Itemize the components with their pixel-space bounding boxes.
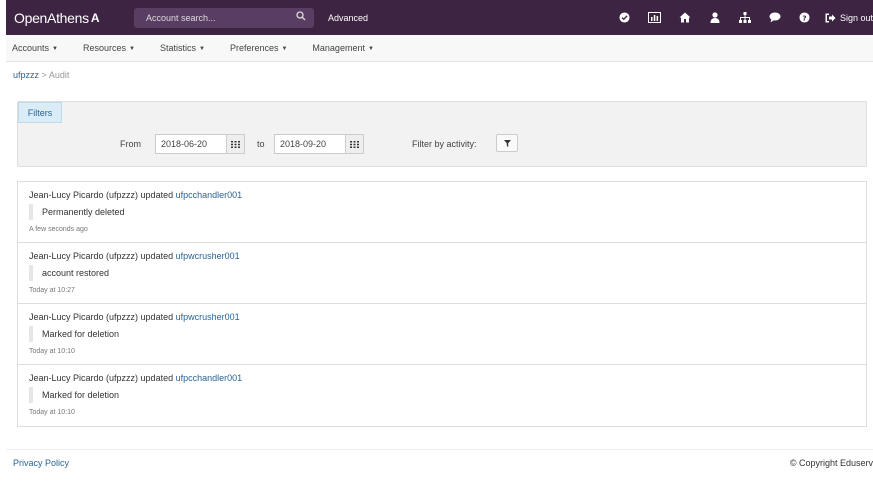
privacy-policy-link[interactable]: Privacy Policy (13, 458, 69, 468)
entry-summary: Jean-Lucy Picardo (ufpzzz) updated ufpwc… (29, 251, 240, 261)
audit-feed: Jean-Lucy Picardo (ufpzzz) updated ufpcc… (17, 181, 867, 427)
filters-panel: Filters From to Filter by activity: (17, 101, 867, 167)
to-label: to (257, 139, 265, 149)
entry-summary: Jean-Lucy Picardo (ufpzzz) updated ufpcc… (29, 190, 242, 200)
logo-mark: A (90, 10, 100, 25)
breadcrumb-current: Audit (48, 70, 70, 80)
breadcrumb: ufpzzz > Audit (13, 70, 69, 80)
window-edge (0, 0, 6, 499)
entry-actor: Jean-Lucy Picardo (ufpzzz) updated (29, 373, 174, 383)
caret-down-icon: ▼ (52, 45, 58, 52)
footer: Privacy Policy © Copyright Eduserv (6, 449, 873, 479)
nav-statistics[interactable]: Statistics ▼ (160, 43, 205, 53)
top-icons: ? Sign out (607, 0, 873, 35)
nav-statistics-label: Statistics (159, 43, 196, 53)
entry-timestamp: Today at 10:27 (29, 287, 75, 294)
from-label: From (120, 139, 141, 149)
activity-filter-label: Filter by activity: (412, 139, 477, 149)
caret-down-icon: ▼ (367, 45, 374, 52)
activity-filter-button[interactable] (496, 134, 518, 152)
entry-action: Permanently deleted (29, 204, 125, 220)
sign-out-icon (825, 13, 836, 22)
nav-accounts-label: Accounts (12, 43, 50, 53)
sign-out-link[interactable]: Sign out (825, 13, 873, 23)
from-date-field (155, 134, 245, 154)
caret-down-icon: ▼ (281, 45, 288, 52)
search-icon[interactable] (296, 11, 306, 24)
audit-entry: Jean-Lucy Picardo (ufpzzz) updated ufpwc… (18, 304, 866, 365)
nav-preferences[interactable]: Preferences ▼ (230, 43, 287, 53)
nav-management[interactable]: Management ▼ (312, 43, 374, 53)
calendar-icon[interactable] (226, 135, 244, 153)
top-bar: OpenAthens A Advanced ? (6, 0, 873, 35)
user-icon[interactable] (703, 8, 727, 28)
logo-text: OpenAthens (14, 9, 89, 26)
to-date-field (274, 134, 364, 154)
home-icon[interactable] (673, 8, 697, 28)
bar-chart-icon[interactable] (643, 8, 667, 28)
account-search-input[interactable] (146, 12, 276, 23)
entry-actor: Jean-Lucy Picardo (ufpzzz) updated (29, 312, 174, 322)
nav-resources-label: Resources (82, 43, 127, 53)
nav-management-label: Management (312, 43, 365, 53)
comment-icon[interactable] (763, 8, 787, 28)
question-icon[interactable]: ? (793, 8, 817, 28)
openathens-logo[interactable]: OpenAthens A (14, 10, 124, 26)
breadcrumb-separator: > (41, 70, 47, 80)
audit-entry: Jean-Lucy Picardo (ufpzzz) updated ufpcc… (18, 182, 866, 243)
account-search (134, 7, 314, 28)
entry-action: Marked for deletion (29, 387, 119, 403)
breadcrumb-root-link[interactable]: ufpzzz (13, 70, 39, 80)
entry-target-link[interactable]: ufpwcrusher001 (176, 251, 240, 261)
filters-row: From to Filter by activity: (18, 134, 866, 154)
entry-timestamp: A few seconds ago (29, 226, 88, 233)
entry-target-link[interactable]: ufpcchandler001 (176, 373, 243, 383)
entry-target-link[interactable]: ufpcchandler001 (176, 190, 243, 200)
entry-action: Marked for deletion (29, 326, 119, 342)
filters-tab[interactable]: Filters (18, 102, 62, 123)
advanced-search-link[interactable]: Advanced (328, 13, 368, 23)
entry-timestamp: Today at 10:10 (29, 348, 75, 355)
entry-action: account restored (29, 265, 109, 281)
caret-down-icon: ▼ (198, 45, 205, 52)
copyright-text: © Copyright Eduserv (789, 458, 873, 468)
sitemap-icon[interactable] (733, 8, 757, 28)
entry-summary: Jean-Lucy Picardo (ufpzzz) updated ufpcc… (29, 373, 242, 383)
entry-actor: Jean-Lucy Picardo (ufpzzz) updated (29, 190, 174, 200)
entry-target-link[interactable]: ufpwcrusher001 (176, 312, 240, 322)
main-nav: Accounts ▼ Resources ▼ Statistics ▼ Prefere… (6, 35, 873, 62)
from-date-input[interactable] (156, 135, 226, 153)
nav-resources[interactable]: Resources ▼ (83, 43, 135, 53)
svg-text:?: ? (803, 13, 807, 22)
caret-down-icon: ▼ (129, 45, 135, 52)
calendar-icon[interactable] (345, 135, 363, 153)
entry-summary: Jean-Lucy Picardo (ufpzzz) updated ufpwc… (29, 312, 240, 322)
check-circle-icon[interactable] (613, 8, 637, 28)
nav-preferences-label: Preferences (229, 43, 279, 53)
sign-out-label: Sign out (839, 12, 873, 23)
nav-accounts[interactable]: Accounts ▼ (12, 43, 58, 53)
audit-entry: Jean-Lucy Picardo (ufpzzz) updated ufpwc… (18, 243, 866, 304)
to-date-input[interactable] (275, 135, 345, 153)
entry-actor: Jean-Lucy Picardo (ufpzzz) updated (29, 251, 174, 261)
filter-icon (503, 139, 511, 147)
entry-timestamp: Today at 10:10 (29, 409, 75, 416)
audit-entry: Jean-Lucy Picardo (ufpzzz) updated ufpcc… (18, 365, 866, 426)
